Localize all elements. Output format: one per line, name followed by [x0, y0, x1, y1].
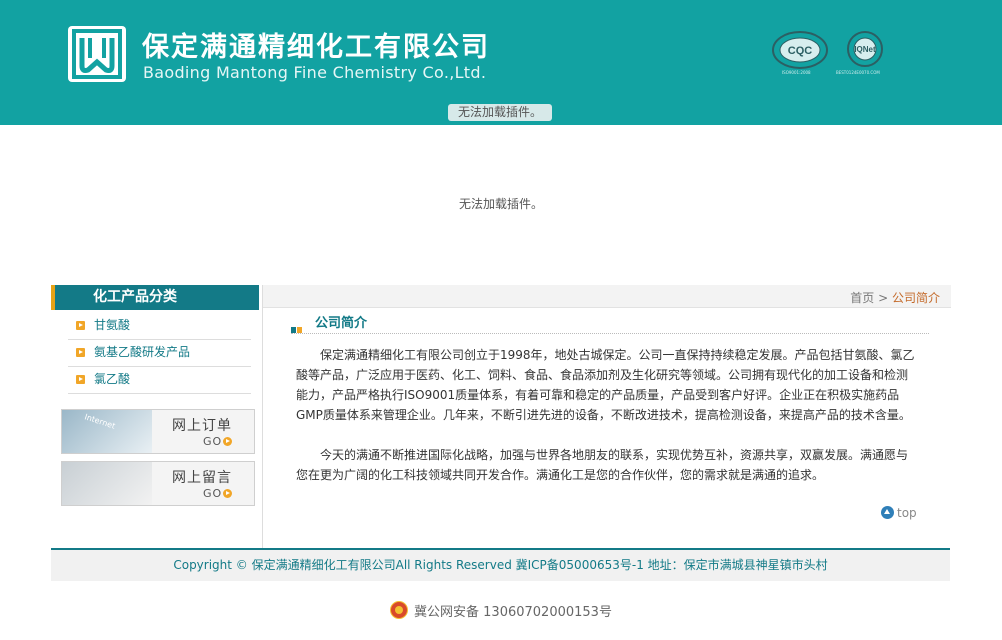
- police-badge-icon: [390, 601, 409, 619]
- section-bullet-icon: [291, 318, 303, 333]
- arrow-icon: [76, 375, 85, 384]
- plugin-error-banner: 无法加载插件。: [448, 104, 552, 121]
- back-to-top-link[interactable]: top: [881, 504, 917, 520]
- arrow-icon: [76, 348, 85, 357]
- breadcrumb-home[interactable]: 首页: [850, 291, 874, 305]
- arrow-icon: [76, 321, 85, 330]
- go-button[interactable]: GO: [203, 435, 233, 448]
- sidebar-item-glycine[interactable]: 甘氨酸: [68, 313, 251, 340]
- cert-iqnet-icon: IQNet: [847, 31, 883, 67]
- breadcrumb-bar: 首页 > 公司简介: [263, 285, 951, 308]
- cert-iqnet-caption: BEST0124E0070.COM: [836, 70, 880, 75]
- online-message-banner[interactable]: 网上留言 GO: [61, 461, 255, 506]
- sidebar-item-label[interactable]: 甘氨酸: [94, 318, 130, 332]
- intro-paragraph: 保定满通精细化工有限公司创立于1998年，地处古城保定。公司一直保持持续稳定发展…: [296, 348, 915, 422]
- flash-plugin-error: 无法加载插件。: [458, 197, 543, 211]
- sidebar: 化工产品分类 甘氨酸 氨基乙酸研发产品 氯乙酸 Internet 网上订单 GO…: [51, 285, 262, 548]
- intro-paragraph: 今天的满通不断推进国际化战略，加强与世界各地朋友的联系，实现优势互补，资源共享，…: [296, 448, 909, 482]
- go-icon: [223, 489, 233, 498]
- police-record-text[interactable]: 冀公网安备 13060702000153号: [414, 605, 612, 620]
- section-divider: [291, 333, 929, 334]
- sidebar-item-label[interactable]: 氨基乙酸研发产品: [94, 345, 190, 359]
- cert-cqc-caption: ISO9001:2008: [782, 70, 811, 75]
- svg-text:IQNet: IQNet: [854, 45, 876, 54]
- hand-mouse-image: [62, 462, 152, 505]
- go-icon: [223, 437, 233, 446]
- company-name-cn: 保定满通精细化工有限公司: [142, 32, 490, 63]
- police-record[interactable]: 冀公网安备 13060702000153号: [0, 598, 1002, 620]
- breadcrumb-separator: >: [878, 291, 889, 305]
- go-button[interactable]: GO: [203, 487, 233, 500]
- company-name-en: Baoding Mantong Fine Chemistry Co.,Ltd.: [143, 63, 487, 82]
- company-intro-text: 保定满通精细化工有限公司创立于1998年，地处古城保定。公司一直保持持续稳定发展…: [296, 345, 916, 505]
- sidebar-title: 化工产品分类: [51, 285, 259, 310]
- banner-title: 网上订单: [172, 418, 232, 434]
- breadcrumb-current: 公司简介: [891, 291, 940, 305]
- breadcrumb: 首页 > 公司简介: [850, 289, 940, 306]
- sidebar-item-aminoacetic-rd[interactable]: 氨基乙酸研发产品: [68, 340, 251, 367]
- site-header: 保定满通精细化工有限公司 Baoding Mantong Fine Chemis…: [0, 0, 1002, 125]
- top-arrow-icon: [881, 506, 894, 519]
- banner-title: 网上留言: [172, 470, 232, 486]
- svg-text:CQC: CQC: [788, 45, 813, 57]
- online-order-banner[interactable]: Internet 网上订单 GO: [61, 409, 255, 454]
- sidebar-item-chloroacetic[interactable]: 氯乙酸: [68, 367, 251, 394]
- product-category-list: 甘氨酸 氨基乙酸研发产品 氯乙酸: [68, 313, 251, 394]
- section-title: 公司简介: [315, 316, 368, 331]
- internet-keyboard-image: Internet: [62, 410, 152, 453]
- cert-cqc-icon: CQC: [772, 31, 828, 69]
- sidebar-item-label[interactable]: 氯乙酸: [94, 372, 130, 386]
- logo-icon[interactable]: [68, 26, 126, 82]
- main-content: 首页 > 公司简介 公司简介 保定满通精细化工有限公司创立于1998年，地处古城…: [262, 285, 951, 548]
- footer: Copyright © 保定满通精细化工有限公司All Rights Reser…: [51, 548, 950, 581]
